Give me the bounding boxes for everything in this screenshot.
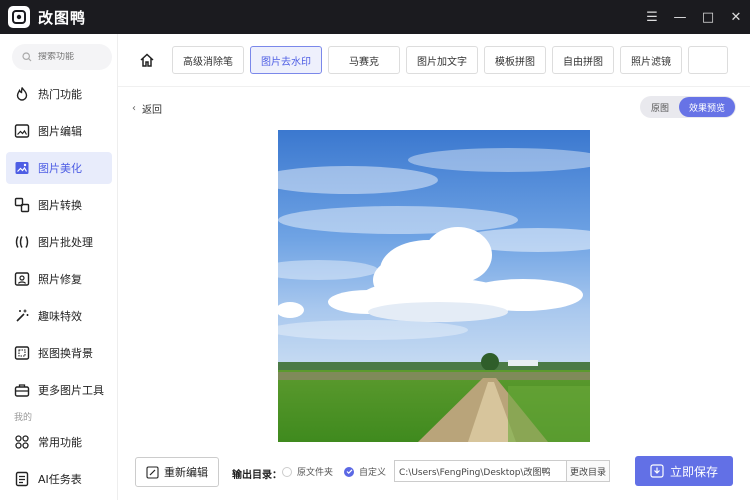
sidebar-item-convert[interactable]: 图片转换 <box>6 189 112 221</box>
sidebar-item-label: 热门功能 <box>38 88 82 101</box>
output-path-field[interactable]: C:\Users\FengPing\Desktop\改图鸭 <box>394 460 569 482</box>
title-bar: 改图鸭 ☰ — □ ✕ <box>0 0 750 34</box>
sidebar-item-more-tools[interactable]: 更多图片工具 <box>6 374 112 406</box>
tab-photo-filter[interactable]: 照片滤镜 <box>620 46 682 74</box>
sidebar-item-label: 图片编辑 <box>38 125 82 138</box>
section-label-my: 我的 <box>14 413 33 423</box>
view-toggle: 原图 效果预览 <box>639 96 736 118</box>
menu-icon[interactable]: ☰ <box>638 0 666 34</box>
change-dir-button[interactable]: 更改目录 <box>566 460 610 482</box>
search-input[interactable] <box>38 52 108 62</box>
radio-checked-icon <box>344 466 354 477</box>
image-beautify-icon <box>15 162 29 174</box>
sidebar-item-batch[interactable]: 图片批处理 <box>6 226 112 258</box>
close-icon[interactable]: ✕ <box>722 0 750 34</box>
sidebar-item-cutout[interactable]: 抠图换背景 <box>6 337 112 369</box>
photo-repair-icon <box>14 272 30 286</box>
task-list-icon <box>15 471 29 487</box>
radio-label: 自定义 <box>359 468 387 478</box>
sidebar-item-label: 图片转换 <box>38 199 82 212</box>
sidebar-item-effects[interactable]: 趣味特效 <box>6 300 112 332</box>
grid-icon <box>15 435 29 449</box>
sidebar-my-nav: 常用功能 AI任务表 <box>6 426 112 500</box>
radio-original-folder[interactable]: 原文件夹 <box>282 465 333 478</box>
sidebar-item-favorites[interactable]: 常用功能 <box>6 426 112 458</box>
back-label: 返回 <box>142 105 162 116</box>
app-title: 改图鸭 <box>38 8 87 27</box>
toolbox-icon <box>14 384 30 397</box>
sidebar-item-label: 抠图换背景 <box>38 347 93 360</box>
preview-image <box>278 130 590 442</box>
cutout-icon <box>14 346 30 360</box>
reedit-label: 重新编辑 <box>164 466 208 479</box>
toggle-original[interactable]: 原图 <box>641 97 679 117</box>
reedit-button[interactable]: 重新编辑 <box>135 457 219 487</box>
app-logo-icon <box>8 6 30 28</box>
radio-label: 原文件夹 <box>297 468 334 478</box>
download-icon <box>650 464 664 478</box>
sidebar-item-label: 图片美化 <box>38 162 82 175</box>
radio-unchecked-icon <box>282 466 292 477</box>
minimize-icon[interactable]: — <box>666 0 694 34</box>
flame-icon <box>16 87 28 101</box>
sidebar-item-ai-tasks[interactable]: AI任务表 <box>6 463 112 495</box>
radio-custom-folder[interactable]: 自定义 <box>344 465 386 478</box>
maximize-icon[interactable]: □ <box>694 0 722 34</box>
tab-template-collage[interactable]: 模板拼图 <box>484 46 546 74</box>
main-area: ‹ 返回 原图 效果预览 重新编辑 输出目录： 原文件夹 自定义 C:\User… <box>118 86 750 500</box>
sidebar-item-image-beautify[interactable]: 图片美化 <box>6 152 112 184</box>
sidebar-item-photo-repair[interactable]: 照片修复 <box>6 263 112 295</box>
home-icon[interactable] <box>136 49 158 71</box>
toggle-preview[interactable]: 效果预览 <box>678 97 735 117</box>
sidebar-item-label: 趣味特效 <box>38 310 82 323</box>
sidebar-item-label: 更多图片工具 <box>38 384 104 397</box>
sidebar-item-label: AI任务表 <box>38 473 82 486</box>
sidebar-item-label: 图片批处理 <box>38 236 93 249</box>
sidebar: 热门功能 图片编辑 图片美化 图片转换 图片批处理 照片修复 趣味特效 抠图换 <box>0 34 118 500</box>
sidebar-item-label: 照片修复 <box>38 273 82 286</box>
tab-add-text[interactable]: 图片加文字 <box>406 46 478 74</box>
bottom-bar: 重新编辑 输出目录： 原文件夹 自定义 C:\Users\FengPing\De… <box>118 453 750 500</box>
tab-more[interactable] <box>688 46 728 74</box>
tab-free-collage[interactable]: 自由拼图 <box>552 46 614 74</box>
tab-remove-watermark[interactable]: 图片去水印 <box>250 46 322 74</box>
save-button[interactable]: 立即保存 <box>635 456 733 486</box>
batch-icon <box>15 236 29 248</box>
magic-wand-icon <box>16 309 29 322</box>
sidebar-item-hot[interactable]: 热门功能 <box>6 78 112 110</box>
tab-advanced-eraser[interactable]: 高级消除笔 <box>172 46 244 74</box>
search-icon <box>22 52 32 62</box>
sidebar-item-label: 常用功能 <box>38 436 82 449</box>
tool-tabs: 高级消除笔 图片去水印 马赛克 图片加文字 模板拼图 自由拼图 照片滤镜 <box>118 34 750 86</box>
tab-mosaic[interactable]: 马赛克 <box>328 46 400 74</box>
back-button[interactable]: ‹ 返回 <box>132 101 162 116</box>
sidebar-item-image-edit[interactable]: 图片编辑 <box>6 115 112 147</box>
sidebar-nav: 热门功能 图片编辑 图片美化 图片转换 图片批处理 照片修复 趣味特效 抠图换背… <box>6 78 112 411</box>
edit-icon <box>146 465 159 479</box>
convert-icon <box>14 197 30 213</box>
image-edit-icon <box>14 124 30 138</box>
output-dir-label: 输出目录： <box>232 470 282 481</box>
save-label: 立即保存 <box>669 464 718 479</box>
chevron-left-icon: ‹ <box>132 103 136 114</box>
search-box[interactable] <box>12 44 112 70</box>
